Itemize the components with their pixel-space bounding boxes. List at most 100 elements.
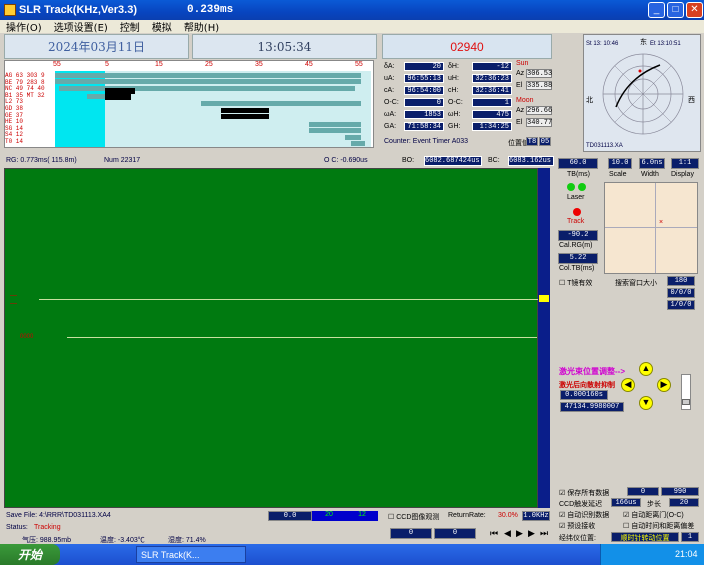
rate-value[interactable]: 1.0KHz bbox=[522, 511, 550, 521]
opt-v2[interactable]: 990 bbox=[661, 487, 699, 496]
adj2-value[interactable]: 47134.9980007 bbox=[560, 402, 624, 412]
pos-v1: T8 bbox=[526, 137, 538, 146]
noise-line bbox=[67, 337, 537, 338]
return-label: ReturnRate: bbox=[448, 512, 486, 519]
cA-value: 96:54:00 bbox=[404, 86, 444, 95]
tmirror-checkbox[interactable]: ☐ T镜有效 bbox=[559, 278, 592, 288]
pass-id: 02940 bbox=[382, 34, 552, 59]
time-readout: 0.239ms bbox=[187, 4, 234, 16]
maximize-button[interactable]: □ bbox=[667, 2, 684, 18]
return-rate: 30.0% bbox=[498, 512, 518, 519]
cH-value: 32:36:41 bbox=[472, 86, 512, 95]
display-value[interactable]: 1:1 bbox=[671, 158, 699, 169]
sun-el: 335.88 bbox=[526, 81, 553, 90]
bc-value: 6083.162us bbox=[508, 156, 554, 166]
mode-number[interactable]: 1 bbox=[681, 532, 699, 542]
ccd-target[interactable]: × bbox=[604, 182, 698, 274]
scale-label: Scale bbox=[609, 171, 627, 178]
cal-tb-value[interactable]: 5.22 bbox=[558, 253, 598, 264]
track-bar-sg bbox=[309, 128, 361, 133]
cal-rg-value[interactable]: -90.2 bbox=[558, 230, 598, 241]
timeline-panel: 55 5 15 25 35 45 55 AG 63 303 9 BE 79 283… bbox=[4, 60, 374, 148]
menu-bar: 操作(O) 选项设置(E) 控制 模拟 帮助(H) bbox=[0, 19, 704, 34]
save-all-checkbox[interactable]: ☑ 保存所有数据 bbox=[559, 488, 609, 498]
auto-door-checkbox[interactable]: ☑ 自动距离门(O-C) bbox=[623, 510, 684, 520]
pass-bar-ge bbox=[221, 114, 269, 119]
opt-v1[interactable]: 0 bbox=[627, 487, 659, 496]
r1-value[interactable]: 0/0/0 bbox=[667, 288, 695, 298]
ccd-delay-value[interactable]: 166us bbox=[611, 498, 641, 507]
laser-ctrl-label: 激光后向散射抑制 bbox=[559, 382, 615, 389]
c2-value: 0 bbox=[434, 528, 476, 539]
date-display: 2024年03月11日 bbox=[4, 34, 189, 59]
rg-readout: RG: 0.773ms( 115.8m) bbox=[6, 157, 77, 164]
auto-time-checkbox[interactable]: ☐ 自动时间和距离偏差 bbox=[623, 521, 694, 531]
ccd-delay-label: CCD触发延迟 bbox=[559, 501, 603, 508]
last-icon[interactable]: ⏭ bbox=[540, 528, 548, 539]
pass-bar-b1 bbox=[105, 94, 131, 100]
oc2-value: 1 bbox=[472, 98, 512, 107]
step-label: 步长 bbox=[647, 501, 661, 508]
laser-adj-label: 激光束位置调整--> bbox=[559, 367, 625, 376]
adj1-value[interactable]: 0.000160s bbox=[560, 390, 608, 400]
track-bar-s4 bbox=[345, 135, 361, 140]
next-icon[interactable]: ▶ bbox=[516, 528, 523, 539]
adjust-slider[interactable] bbox=[681, 374, 691, 410]
sky-start: St 13: 10:46 bbox=[586, 41, 619, 47]
tb-value[interactable]: 60.0 bbox=[558, 158, 598, 169]
menu-options[interactable]: 选项设置(E) bbox=[54, 19, 108, 34]
range-scrollbar[interactable] bbox=[538, 168, 550, 508]
moon-el: 340.77 bbox=[526, 118, 553, 127]
r2-value[interactable]: 1/0/0 bbox=[667, 300, 695, 310]
display-label: Display bbox=[671, 171, 694, 178]
start-button[interactable]: 开始 bbox=[0, 544, 60, 565]
track-bar-nc bbox=[59, 86, 355, 91]
bo-value: 6082.687424us bbox=[424, 156, 482, 166]
wA-value: 1853 bbox=[404, 110, 444, 119]
GA-value: 71:58:34 bbox=[404, 122, 444, 131]
arrow-left-button[interactable]: ◀ bbox=[621, 378, 635, 392]
b2-value: 20 bbox=[312, 511, 346, 521]
mode-value[interactable]: 顺时针转动位置 bbox=[611, 532, 679, 543]
save-file: Save File: 4:\RRR\TD031113.XA4 bbox=[6, 512, 111, 519]
track-bar-l2 bbox=[201, 101, 361, 106]
step-value[interactable]: 20 bbox=[669, 498, 699, 507]
menu-simulate[interactable]: 模拟 bbox=[152, 19, 172, 34]
arrow-down-button[interactable]: ▼ bbox=[639, 396, 653, 410]
scale-value[interactable]: 10.0 bbox=[608, 158, 632, 169]
prev-icon[interactable]: ◀ bbox=[504, 528, 511, 539]
dA-value: 20 bbox=[404, 62, 444, 71]
laser-led-2 bbox=[578, 183, 586, 191]
track-led bbox=[573, 208, 581, 216]
sky-north: 北 bbox=[586, 97, 593, 104]
arrow-up-button[interactable]: ▲ bbox=[639, 362, 653, 376]
signal-line bbox=[39, 299, 539, 300]
cal-rg-label: Cal.RG(m) bbox=[559, 242, 593, 249]
menu-help[interactable]: 帮助(H) bbox=[184, 19, 219, 34]
polar-grid bbox=[602, 53, 684, 135]
window-title: SLR Track(KHz,Ver3.3) bbox=[19, 4, 137, 16]
bo-label: BO: bbox=[402, 157, 415, 164]
auto-id-checkbox[interactable]: ☑ 自动识别数据 bbox=[559, 510, 609, 520]
track-bar-t0 bbox=[351, 141, 365, 146]
menu-control[interactable]: 控制 bbox=[120, 19, 140, 34]
scroll-thumb[interactable] bbox=[539, 295, 549, 302]
minimize-button[interactable]: _ bbox=[648, 2, 665, 18]
options-panel: ☑ 保存所有数据 0 990 CCD触发延迟 166us 步长 20 ☑ 自动识… bbox=[557, 486, 701, 544]
pass-bar-gd bbox=[221, 108, 269, 113]
wH-value: 475 bbox=[472, 110, 512, 119]
play-icon[interactable]: ▶ bbox=[528, 528, 535, 539]
prev-recv-checkbox[interactable]: ☑ 预设接收 bbox=[559, 521, 595, 531]
taskbar-app[interactable]: SLR Track(K... bbox=[136, 546, 246, 563]
arrow-right-button[interactable]: ▶ bbox=[657, 378, 671, 392]
title-bar: SLR Track(KHz,Ver3.3) 0.239ms bbox=[0, 0, 704, 20]
app-icon bbox=[4, 4, 16, 16]
first-icon[interactable]: ⏮ bbox=[490, 528, 498, 539]
menu-operate[interactable]: 操作(O) bbox=[6, 19, 42, 34]
search-value[interactable]: 180 bbox=[667, 276, 695, 286]
width-value[interactable]: 6.0ns bbox=[639, 158, 665, 169]
uH-value: 32:36:23 bbox=[472, 74, 512, 83]
close-button[interactable]: ✕ bbox=[686, 2, 703, 18]
ccd-checkbox[interactable]: ☐ CCD图像观测 bbox=[388, 512, 439, 522]
range-plot bbox=[4, 168, 539, 508]
